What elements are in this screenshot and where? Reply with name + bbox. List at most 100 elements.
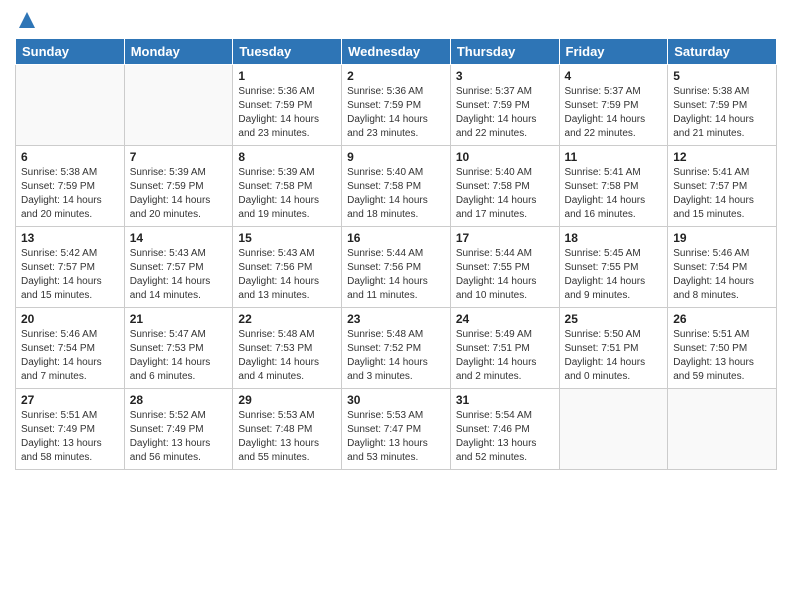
day-of-week-header: Sunday <box>16 39 125 65</box>
day-info: Sunrise: 5:47 AM Sunset: 7:53 PM Dayligh… <box>130 328 228 384</box>
day-info: Sunrise: 5:43 AM Sunset: 7:56 PM Dayligh… <box>238 247 336 303</box>
calendar-day-cell: 16 Sunrise: 5:44 AM Sunset: 7:56 PM Dayli… <box>342 227 451 308</box>
calendar-day-cell: 11 Sunrise: 5:41 AM Sunset: 7:58 PM Dayli… <box>559 146 668 227</box>
day-number: 2 <box>347 69 445 83</box>
day-number: 16 <box>347 231 445 245</box>
calendar-week-row: 13 Sunrise: 5:42 AM Sunset: 7:57 PM Dayli… <box>16 227 777 308</box>
calendar-day-cell: 22Sunrise: 5:48 AM Sunset: 7:53 PM Dayli… <box>233 308 342 389</box>
day-number: 23 <box>347 312 445 326</box>
calendar-week-row: 27Sunrise: 5:51 AM Sunset: 7:49 PM Dayli… <box>16 389 777 470</box>
day-number: 25 <box>565 312 663 326</box>
day-info: Sunrise: 5:49 AM Sunset: 7:51 PM Dayligh… <box>456 328 554 384</box>
calendar-day-cell: 4 Sunrise: 5:37 AM Sunset: 7:59 PM Daylig… <box>559 65 668 146</box>
calendar-day-cell: 17 Sunrise: 5:44 AM Sunset: 7:55 PM Dayli… <box>450 227 559 308</box>
day-info: Sunrise: 5:43 AM Sunset: 7:57 PM Dayligh… <box>130 247 228 303</box>
day-info: Sunrise: 5:53 AM Sunset: 7:47 PM Dayligh… <box>347 409 445 465</box>
calendar-day-cell: 27Sunrise: 5:51 AM Sunset: 7:49 PM Dayli… <box>16 389 125 470</box>
day-info: Sunrise: 5:44 AM Sunset: 7:56 PM Dayligh… <box>347 247 445 303</box>
day-info: Sunrise: 5:40 AM Sunset: 7:58 PM Dayligh… <box>456 166 554 222</box>
day-number: 13 <box>21 231 119 245</box>
day-info: Sunrise: 5:44 AM Sunset: 7:55 PM Dayligh… <box>456 247 554 303</box>
day-number: 9 <box>347 150 445 164</box>
calendar-day-cell: 12 Sunrise: 5:41 AM Sunset: 7:57 PM Dayli… <box>668 146 777 227</box>
calendar-week-row: 1Sunrise: 5:36 AM Sunset: 7:59 PM Daylig… <box>16 65 777 146</box>
day-number: 11 <box>565 150 663 164</box>
calendar-day-cell: 13 Sunrise: 5:42 AM Sunset: 7:57 PM Dayli… <box>16 227 125 308</box>
day-number: 15 <box>238 231 336 245</box>
day-number: 29 <box>238 393 336 407</box>
calendar-day-cell <box>559 389 668 470</box>
day-info: Sunrise: 5:38 AM Sunset: 7:59 PM Dayligh… <box>21 166 119 222</box>
calendar-day-cell: 7Sunrise: 5:39 AM Sunset: 7:59 PM Daylig… <box>124 146 233 227</box>
day-number: 4 <box>565 69 663 83</box>
calendar-day-cell: 15 Sunrise: 5:43 AM Sunset: 7:56 PM Dayli… <box>233 227 342 308</box>
day-info: Sunrise: 5:45 AM Sunset: 7:55 PM Dayligh… <box>565 247 663 303</box>
day-of-week-header: Saturday <box>668 39 777 65</box>
calendar-header-row: SundayMondayTuesdayWednesdayThursdayFrid… <box>16 39 777 65</box>
day-info: Sunrise: 5:39 AM Sunset: 7:58 PM Dayligh… <box>238 166 336 222</box>
day-of-week-header: Friday <box>559 39 668 65</box>
day-info: Sunrise: 5:36 AM Sunset: 7:59 PM Dayligh… <box>238 85 336 141</box>
calendar-day-cell: 2Sunrise: 5:36 AM Sunset: 7:59 PM Daylig… <box>342 65 451 146</box>
calendar-day-cell: 3 Sunrise: 5:37 AM Sunset: 7:59 PM Daylig… <box>450 65 559 146</box>
logo <box>15 10 37 30</box>
day-number: 22 <box>238 312 336 326</box>
day-info: Sunrise: 5:46 AM Sunset: 7:54 PM Dayligh… <box>21 328 119 384</box>
day-number: 21 <box>130 312 228 326</box>
day-number: 8 <box>238 150 336 164</box>
day-number: 30 <box>347 393 445 407</box>
day-number: 24 <box>456 312 554 326</box>
calendar-day-cell: 25 Sunrise: 5:50 AM Sunset: 7:51 PM Dayli… <box>559 308 668 389</box>
day-info: Sunrise: 5:48 AM Sunset: 7:52 PM Dayligh… <box>347 328 445 384</box>
day-of-week-header: Thursday <box>450 39 559 65</box>
page: SundayMondayTuesdayWednesdayThursdayFrid… <box>0 0 792 612</box>
day-info: Sunrise: 5:41 AM Sunset: 7:57 PM Dayligh… <box>673 166 771 222</box>
day-info: Sunrise: 5:40 AM Sunset: 7:58 PM Dayligh… <box>347 166 445 222</box>
day-info: Sunrise: 5:54 AM Sunset: 7:46 PM Dayligh… <box>456 409 554 465</box>
calendar-day-cell: 31 Sunrise: 5:54 AM Sunset: 7:46 PM Dayli… <box>450 389 559 470</box>
day-number: 6 <box>21 150 119 164</box>
calendar-day-cell: 20 Sunrise: 5:46 AM Sunset: 7:54 PM Dayli… <box>16 308 125 389</box>
calendar-day-cell: 5 Sunrise: 5:38 AM Sunset: 7:59 PM Daylig… <box>668 65 777 146</box>
calendar-day-cell <box>124 65 233 146</box>
day-number: 28 <box>130 393 228 407</box>
day-info: Sunrise: 5:52 AM Sunset: 7:49 PM Dayligh… <box>130 409 228 465</box>
day-info: Sunrise: 5:53 AM Sunset: 7:48 PM Dayligh… <box>238 409 336 465</box>
day-of-week-header: Monday <box>124 39 233 65</box>
calendar-day-cell: 8 Sunrise: 5:39 AM Sunset: 7:58 PM Daylig… <box>233 146 342 227</box>
day-number: 20 <box>21 312 119 326</box>
day-info: Sunrise: 5:37 AM Sunset: 7:59 PM Dayligh… <box>565 85 663 141</box>
calendar-day-cell: 21 Sunrise: 5:47 AM Sunset: 7:53 PM Dayli… <box>124 308 233 389</box>
calendar-week-row: 20 Sunrise: 5:46 AM Sunset: 7:54 PM Dayli… <box>16 308 777 389</box>
day-of-week-header: Tuesday <box>233 39 342 65</box>
day-number: 19 <box>673 231 771 245</box>
day-number: 3 <box>456 69 554 83</box>
day-info: Sunrise: 5:51 AM Sunset: 7:50 PM Dayligh… <box>673 328 771 384</box>
day-info: Sunrise: 5:41 AM Sunset: 7:58 PM Dayligh… <box>565 166 663 222</box>
day-info: Sunrise: 5:50 AM Sunset: 7:51 PM Dayligh… <box>565 328 663 384</box>
calendar-day-cell: 26Sunrise: 5:51 AM Sunset: 7:50 PM Dayli… <box>668 308 777 389</box>
day-info: Sunrise: 5:37 AM Sunset: 7:59 PM Dayligh… <box>456 85 554 141</box>
calendar-day-cell: 1Sunrise: 5:36 AM Sunset: 7:59 PM Daylig… <box>233 65 342 146</box>
header <box>15 10 777 30</box>
day-number: 5 <box>673 69 771 83</box>
calendar-day-cell: 18 Sunrise: 5:45 AM Sunset: 7:55 PM Dayli… <box>559 227 668 308</box>
calendar-week-row: 6 Sunrise: 5:38 AM Sunset: 7:59 PM Daylig… <box>16 146 777 227</box>
calendar-day-cell <box>16 65 125 146</box>
calendar-day-cell: 30 Sunrise: 5:53 AM Sunset: 7:47 PM Dayli… <box>342 389 451 470</box>
day-number: 17 <box>456 231 554 245</box>
day-info: Sunrise: 5:42 AM Sunset: 7:57 PM Dayligh… <box>21 247 119 303</box>
day-number: 18 <box>565 231 663 245</box>
day-number: 12 <box>673 150 771 164</box>
calendar-day-cell: 28 Sunrise: 5:52 AM Sunset: 7:49 PM Dayli… <box>124 389 233 470</box>
day-number: 31 <box>456 393 554 407</box>
day-of-week-header: Wednesday <box>342 39 451 65</box>
day-number: 27 <box>21 393 119 407</box>
calendar-day-cell: 23 Sunrise: 5:48 AM Sunset: 7:52 PM Dayli… <box>342 308 451 389</box>
day-number: 14 <box>130 231 228 245</box>
calendar-day-cell <box>668 389 777 470</box>
calendar-day-cell: 14 Sunrise: 5:43 AM Sunset: 7:57 PM Dayli… <box>124 227 233 308</box>
logo-icon <box>17 10 37 30</box>
day-info: Sunrise: 5:38 AM Sunset: 7:59 PM Dayligh… <box>673 85 771 141</box>
day-number: 7 <box>130 150 228 164</box>
